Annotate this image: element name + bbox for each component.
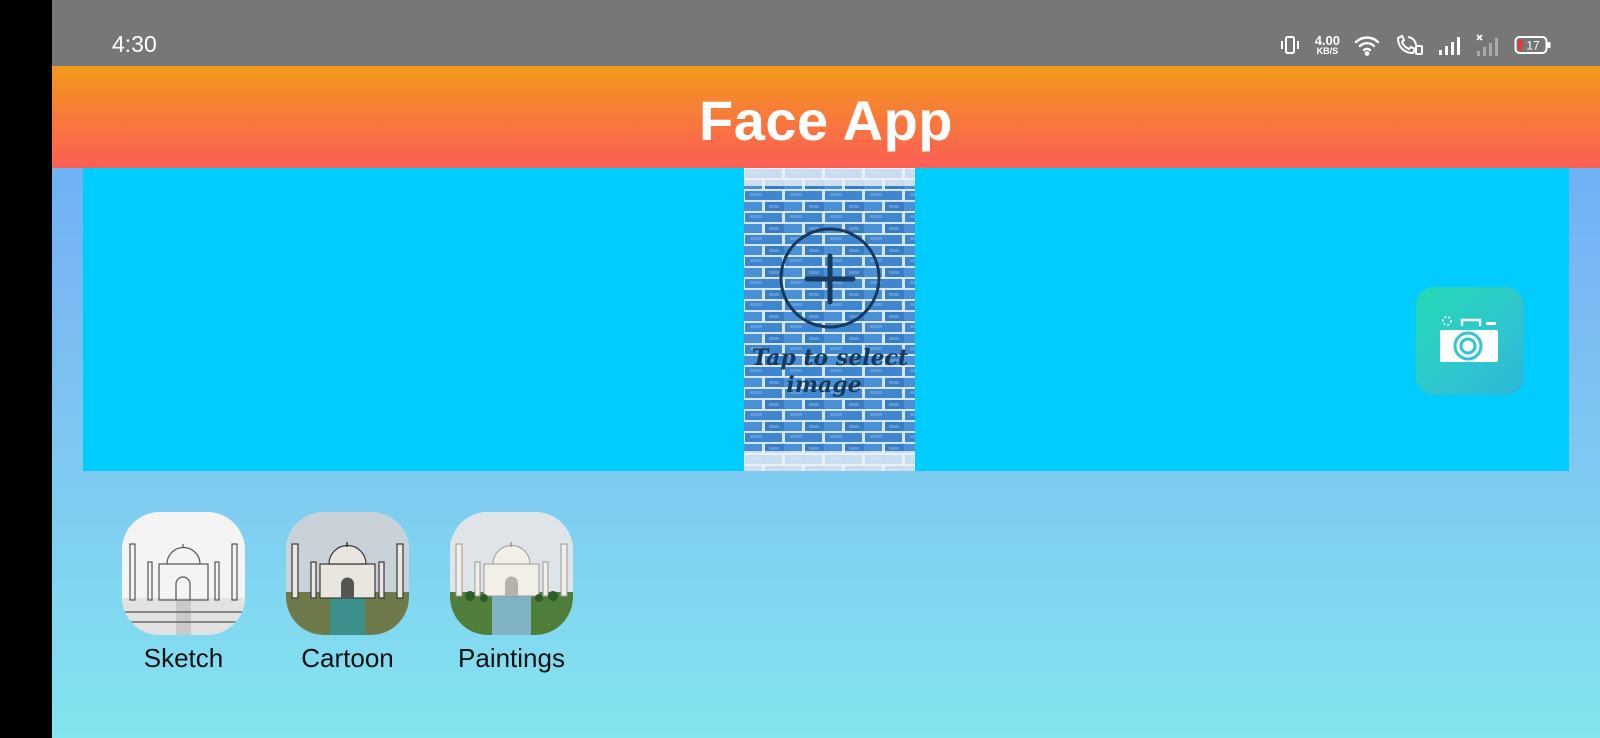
- filter-sketch-thumbnail: [122, 512, 245, 635]
- net-speed-indicator: 4.00 KB/S: [1315, 34, 1340, 56]
- filter-list: Sketch Cartoon Paintings: [122, 512, 573, 674]
- select-image-button[interactable]: Tap to select image: [744, 168, 915, 471]
- signal-icon: [1438, 35, 1462, 55]
- select-image-label-line1: Tap to select: [752, 345, 908, 371]
- status-icons: 4.00 KB/S 17: [1279, 30, 1552, 60]
- camera-icon: [1440, 316, 1498, 362]
- device-left-edge: [0, 0, 52, 738]
- filter-paintings[interactable]: Paintings: [450, 512, 573, 674]
- app-toolbar: Face App: [52, 66, 1600, 168]
- battery-icon: 17: [1514, 34, 1552, 56]
- wifi-call-icon: [1394, 34, 1424, 56]
- filter-paintings-label: Paintings: [458, 643, 565, 673]
- filter-cartoon-label: Cartoon: [301, 643, 394, 673]
- status-bar: 4:30 4.00 KB/S 17: [52, 0, 1600, 66]
- status-time: 4:30: [112, 31, 157, 57]
- net-speed-unit: KB/S: [1316, 46, 1339, 56]
- app-title: Face App: [699, 89, 953, 152]
- filter-cartoon[interactable]: Cartoon: [286, 512, 409, 674]
- select-image-label-line2: image: [786, 372, 861, 398]
- app-screen: 4:30 4.00 KB/S 17 Face App Tap to select…: [52, 0, 1600, 738]
- wifi-icon: [1354, 34, 1380, 56]
- filter-sketch-label: Sketch: [143, 643, 224, 673]
- battery-level-text: 17: [1526, 39, 1540, 53]
- filter-sketch[interactable]: Sketch: [122, 512, 245, 674]
- image-preview-area: Tap to select image: [83, 168, 1569, 471]
- filter-paintings-thumbnail: [450, 512, 573, 635]
- camera-button[interactable]: [1416, 287, 1524, 395]
- filter-cartoon-thumbnail: [286, 512, 409, 635]
- vibrate-icon: [1279, 34, 1301, 56]
- signal-no-service-icon: [1476, 34, 1500, 56]
